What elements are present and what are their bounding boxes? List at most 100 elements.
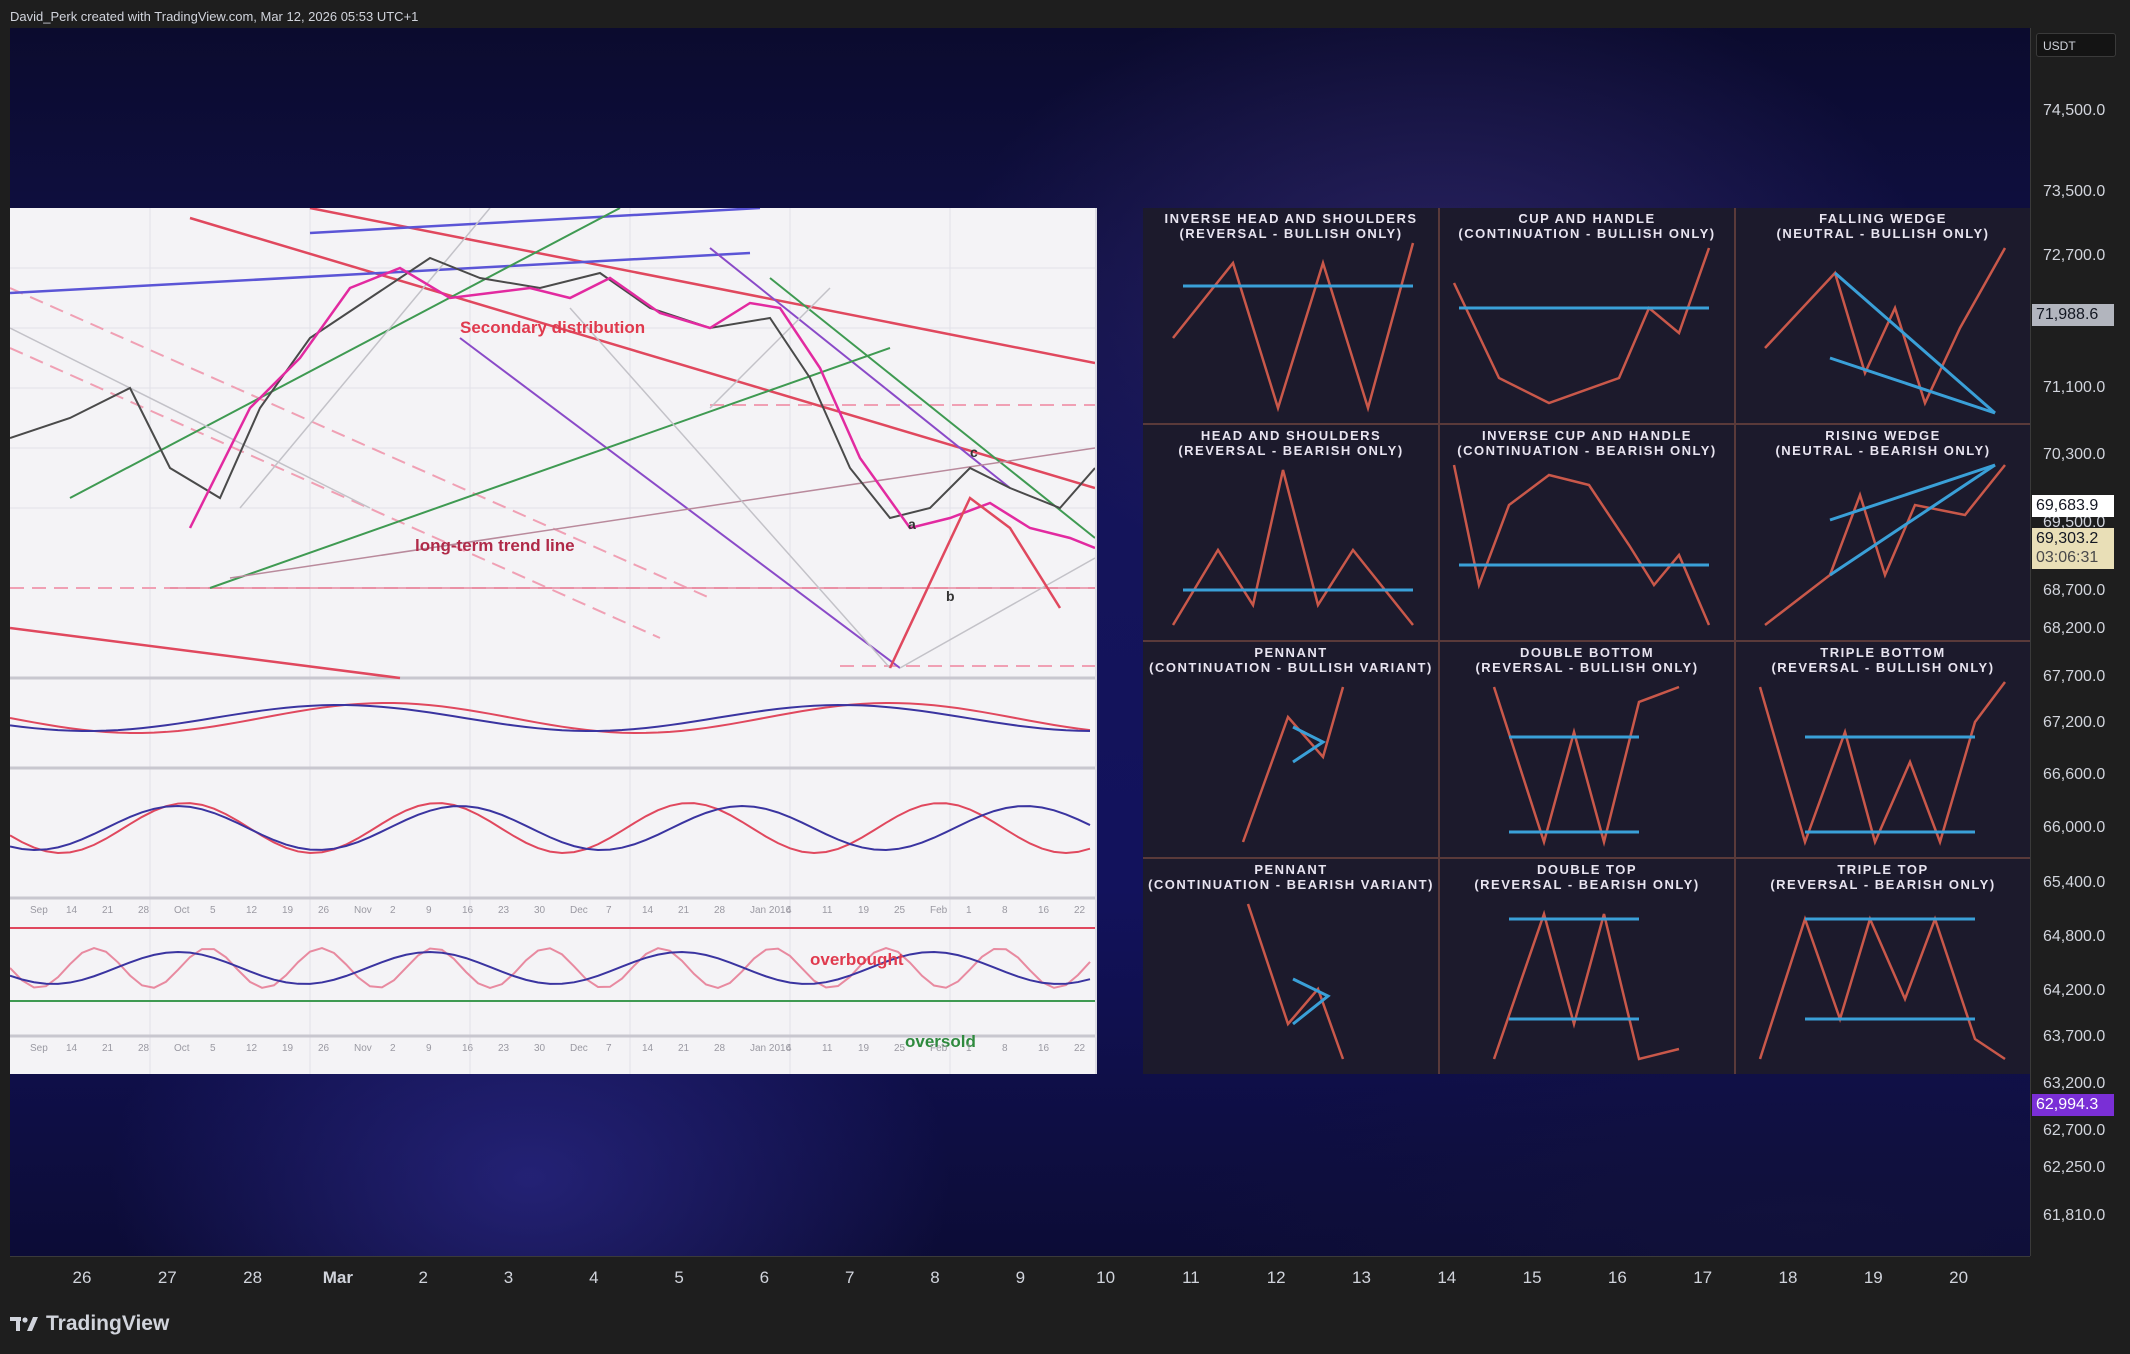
currency-selector[interactable]: USDT <box>2036 33 2116 57</box>
pattern-subtitle: (NEUTRAL - BEARISH ONLY) <box>1775 443 1991 458</box>
pattern-line <box>1172 242 1415 413</box>
embedded-date-label: Feb <box>930 1043 948 1054</box>
embedded-patterns-image-right: INVERSE HEAD AND SHOULDERS (REVERSAL - BU… <box>1143 208 2030 1074</box>
pattern-subtitle: (CONTINUATION - BULLISH ONLY) <box>1458 226 1716 241</box>
pattern-name: CUP AND HANDLE <box>1518 211 1656 226</box>
time-tick: 2 <box>418 1268 428 1287</box>
embedded-date-label: 28 <box>714 1043 726 1054</box>
embedded-date-label: 21 <box>678 1043 690 1054</box>
pattern-line <box>1492 685 1680 847</box>
embedded-date-label: Sep <box>30 905 48 916</box>
tradingview-brand[interactable]: TradingView <box>10 1312 169 1336</box>
embedded-date-label: Dec <box>570 1043 588 1054</box>
embedded-date-label: 2 <box>390 1043 396 1054</box>
pattern-line <box>1764 464 2006 626</box>
pattern-subtitle: (REVERSAL - BEARISH ONLY) <box>1770 877 1996 892</box>
price-tick: 73,500.0 <box>2043 183 2106 200</box>
tradingview-logo-icon <box>10 1317 38 1331</box>
embedded-date-label: Jan 2016 <box>750 1043 792 1054</box>
time-tick: 4 <box>589 1268 599 1287</box>
embedded-date-label: 8 <box>1002 905 1008 916</box>
pattern-title: RISING WEDGE (NEUTRAL - BEARISH ONLY) <box>1735 428 2030 458</box>
patterns-grid-drawing <box>1143 208 2030 1074</box>
embedded-date-label: 16 <box>462 905 474 916</box>
embedded-date-label: 26 <box>318 905 330 916</box>
price-tick: 64,200.0 <box>2043 982 2106 999</box>
annotation-point-a: a <box>908 516 916 532</box>
pattern-subtitle: (REVERSAL - BULLISH ONLY) <box>1475 660 1699 675</box>
annotation-overbought: overbought <box>810 950 904 969</box>
pattern-line <box>1452 247 1711 405</box>
embedded-date-label: 21 <box>102 1043 114 1054</box>
embedded-date-label: 9 <box>426 905 432 916</box>
annotation-long-term-trend: long-term trend line <box>415 536 575 555</box>
embedded-date-label: 30 <box>534 1043 546 1054</box>
embedded-date-label: 12 <box>246 1043 258 1054</box>
embedded-indicator-line <box>10 946 1091 990</box>
time-tick: 8 <box>930 1268 940 1287</box>
embedded-date-label: Sep <box>30 1043 48 1054</box>
pattern-name: RISING WEDGE <box>1825 428 1941 443</box>
pattern-name: DOUBLE BOTTOM <box>1519 645 1655 660</box>
pattern-name: DOUBLE TOP <box>1537 862 1637 877</box>
pattern-line <box>1764 247 2007 407</box>
price-tick: 70,300.0 <box>2043 446 2106 463</box>
embedded-date-label: 11 <box>822 905 833 916</box>
pattern-name: INVERSE CUP AND HANDLE <box>1482 428 1692 443</box>
embedded-date-label: 23 <box>498 905 510 916</box>
embedded-date-label: 5 <box>210 1043 216 1054</box>
pattern-title: PENNANT (CONTINUATION - BULLISH VARIANT) <box>1143 645 1439 675</box>
embedded-date-label: 19 <box>858 1043 870 1054</box>
time-tick: 19 <box>1863 1268 1883 1287</box>
annotation-point-b: b <box>946 588 955 604</box>
pattern-subtitle: (CONTINUATION - BEARISH VARIANT) <box>1148 877 1434 892</box>
embedded-date-label: 25 <box>894 905 906 916</box>
embedded-price-line <box>188 266 1095 550</box>
pattern-subtitle: (REVERSAL - BEARISH ONLY) <box>1178 443 1404 458</box>
embedded-indicator-line <box>10 704 1091 732</box>
pattern-line <box>1758 681 2006 847</box>
pattern-name: PENNANT <box>1254 645 1328 660</box>
pattern-line <box>1829 463 1996 577</box>
embedded-date-label: 14 <box>66 905 78 916</box>
pattern-line <box>1452 464 1711 626</box>
embedded-date-label: 22 <box>1074 1043 1086 1054</box>
chart-area[interactable]: Secondary distribution long-term trend l… <box>10 28 2030 1256</box>
pattern-subtitle: (REVERSAL - BULLISH ONLY) <box>1771 660 1995 675</box>
price-tick: 62,700.0 <box>2043 1122 2106 1139</box>
countdown-label: 03:06:31 <box>2032 547 2114 569</box>
embedded-date-label: 23 <box>498 1043 510 1054</box>
embedded-date-label: Jan 2016 <box>750 905 792 916</box>
pattern-title: TRIPLE BOTTOM (REVERSAL - BULLISH ONLY) <box>1735 645 2030 675</box>
embedded-date-row-2: Sep 14 21 28 Oct 5 12 19 26 Nov 2 9 16 23 30 Dec 7 14 21 28… <box>10 1041 1095 1063</box>
embedded-date-label: 28 <box>714 905 726 916</box>
embedded-date-label: Nov <box>354 1043 372 1054</box>
embedded-date-label: 16 <box>1038 1043 1050 1054</box>
annotation-point-c: c <box>970 444 978 460</box>
embedded-date-label: 7 <box>606 905 612 916</box>
pattern-title: INVERSE CUP AND HANDLE (CONTINUATION - BE… <box>1439 428 1735 458</box>
pattern-name: TRIPLE BOTTOM <box>1820 645 1946 660</box>
time-tick: 7 <box>844 1268 855 1287</box>
time-tick: 17 <box>1693 1268 1713 1287</box>
embedded-chart-image-left: Secondary distribution long-term trend l… <box>10 208 1097 1074</box>
embedded-date-label: 14 <box>66 1043 78 1054</box>
embedded-indicator-line <box>10 802 1091 855</box>
pattern-line <box>1492 909 1680 1061</box>
embedded-date-label: 19 <box>858 905 870 916</box>
pattern-subtitle: (CONTINUATION - BEARISH ONLY) <box>1457 443 1717 458</box>
embedded-indicator-line <box>10 950 1091 985</box>
price-tick: 71,100.0 <box>2043 379 2106 396</box>
pattern-title: DOUBLE BOTTOM (REVERSAL - BULLISH ONLY) <box>1439 645 1735 675</box>
price-axis[interactable] <box>2030 28 2130 1256</box>
time-axis[interactable]: 26 27 28 Mar 2 3 4 5 6 7 8 9 10 11 12 13 14 15 16 17 18 19 20 <box>10 1256 2030 1295</box>
price-tick: 64,800.0 <box>2043 928 2106 945</box>
pattern-title: INVERSE HEAD AND SHOULDERS (REVERSAL - BU… <box>1143 211 1439 241</box>
time-tick: 13 <box>1352 1268 1371 1287</box>
price-tick: 66,000.0 <box>2043 819 2106 836</box>
pattern-name: TRIPLE TOP <box>1837 862 1929 877</box>
brand-text: TradingView <box>46 1312 170 1335</box>
price-tick: 67,200.0 <box>2043 714 2106 731</box>
embedded-date-label: Feb <box>930 905 948 916</box>
price-tick: 68,200.0 <box>2043 620 2106 637</box>
